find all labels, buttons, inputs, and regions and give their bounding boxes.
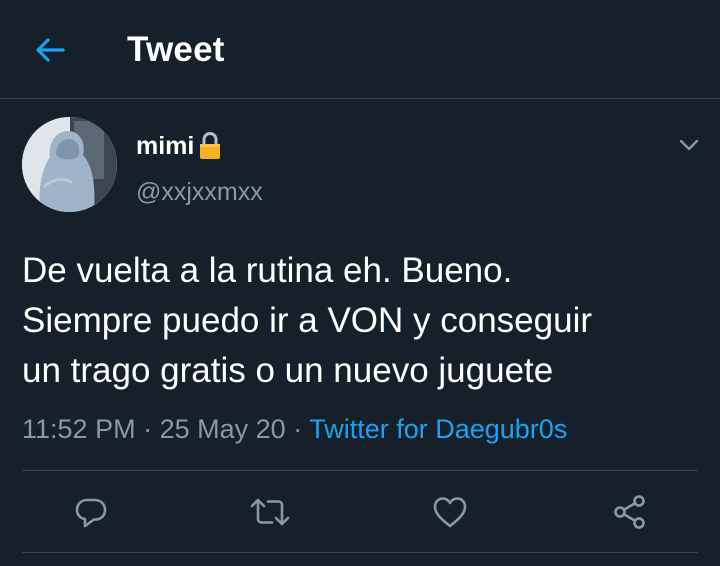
heart-icon	[432, 495, 468, 529]
tweet-text-line: Siempre puedo ir a VON y conseguir	[22, 301, 592, 340]
author-handle[interactable]: @xxjxxmxx	[136, 178, 263, 207]
lock-icon	[198, 131, 222, 161]
retweet-icon	[250, 495, 290, 529]
back-button[interactable]	[30, 30, 70, 70]
tweet-text-line: De vuelta a la rutina eh. Bueno.	[22, 251, 513, 290]
page-title: Tweet	[127, 30, 225, 69]
tweet-date: 25 May 20	[159, 414, 286, 444]
divider	[22, 552, 698, 553]
arrow-left-icon	[35, 37, 65, 63]
tweet-meta: 11:52 PM · 25 May 20 · Twitter for Daegu…	[22, 414, 567, 445]
share-button[interactable]	[610, 492, 650, 532]
divider	[22, 470, 698, 471]
share-icon	[612, 494, 648, 530]
meta-separator: ·	[143, 414, 153, 444]
reply-icon	[74, 495, 108, 529]
display-name: mimi	[136, 131, 195, 160]
author-name-row[interactable]: mimi	[136, 131, 222, 161]
tweet-text-line: un trago gratis o un nuevo juguete	[22, 351, 554, 390]
avatar[interactable]	[22, 117, 117, 212]
like-button[interactable]	[430, 492, 470, 532]
retweet-button[interactable]	[250, 492, 290, 532]
chevron-down-icon	[678, 138, 700, 152]
tweet-time: 11:52 PM	[22, 414, 136, 444]
top-bar: Tweet	[0, 0, 720, 99]
tweet-text: De vuelta a la rutina eh. Bueno. Siempre…	[22, 246, 712, 396]
meta-separator: ·	[293, 414, 303, 444]
tweet-menu-button[interactable]	[674, 130, 704, 160]
tweet-source-link[interactable]: Twitter for Daegubr0s	[309, 414, 567, 444]
reply-button[interactable]	[71, 492, 111, 532]
tweet-detail-screen: Tweet mimi @xxjxxmxx De vuelta a la ruti…	[0, 0, 720, 566]
